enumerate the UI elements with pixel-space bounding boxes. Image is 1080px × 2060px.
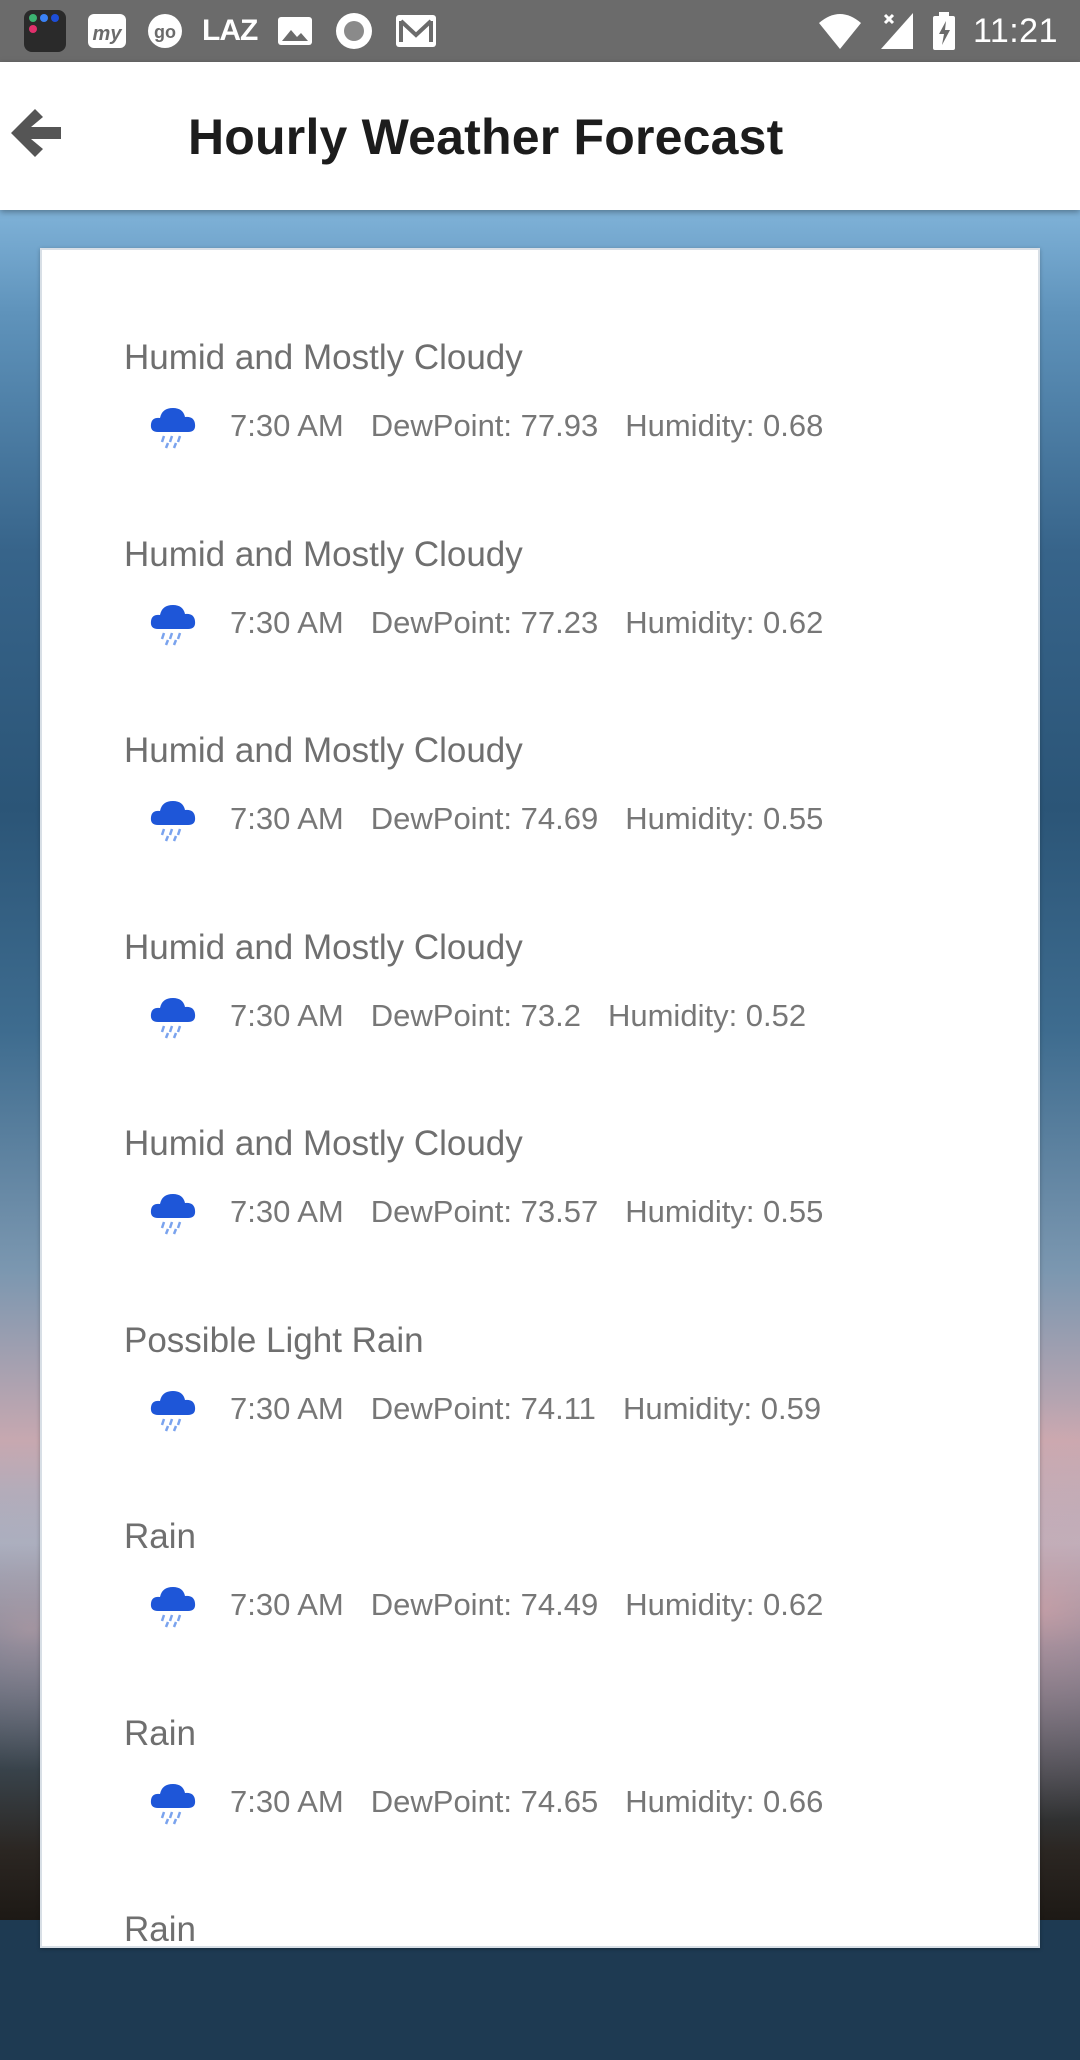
- rain-cloud-icon: [148, 402, 198, 450]
- battery-charging-icon: [931, 11, 957, 51]
- forecast-summary: Rain: [124, 1910, 196, 1949]
- rain-cloud-icon: [148, 992, 198, 1040]
- forecast-dewpoint: DewPoint: 73.57: [370, 1194, 599, 1229]
- forecast-summary: Humid and Mostly Cloudy: [124, 928, 523, 967]
- app-folder-icon: [22, 8, 68, 54]
- forecast-summary: Rain: [124, 1517, 196, 1556]
- forecast-humidity: Humidity: 0.62: [625, 605, 824, 640]
- forecast-humidity: Humidity: 0.55: [625, 1194, 824, 1229]
- gallery-icon: [275, 11, 315, 51]
- forecast-details: 7:30 AM DewPoint: 73.57 Humidity: 0.55: [148, 1182, 823, 1242]
- forecast-dewpoint: DewPoint: 74.49: [370, 1587, 599, 1622]
- clock: 11:21: [972, 11, 1058, 50]
- forecast-item[interactable]: Humid and Mostly Cloudy 7:30 AM DewPoint…: [42, 928, 1042, 1078]
- forecast-humidity: Humidity: 0.68: [625, 408, 824, 443]
- forecast-dewpoint: DewPoint: 74.65: [370, 1784, 599, 1819]
- forecast-item[interactable]: Rain 7:30 AM DewPoint: 74.65 Humidity: 0…: [42, 1714, 1042, 1864]
- forecast-dewpoint: DewPoint: 77.93: [370, 408, 599, 443]
- forecast-time: 7:30 AM: [230, 998, 344, 1033]
- gmail-icon: [393, 11, 439, 51]
- rain-cloud-icon: [148, 795, 198, 843]
- forecast-item[interactable]: Humid and Mostly Cloudy 7:30 AM DewPoint…: [42, 1124, 1042, 1274]
- back-button[interactable]: [0, 102, 70, 168]
- forecast-time: 7:30 AM: [230, 1587, 344, 1622]
- system-icons: 11:21: [817, 8, 1058, 54]
- forecast-details: 7:30 AM DewPoint: 73.2 Humidity: 0.52: [148, 986, 806, 1046]
- forecast-details: 7:30 AM DewPoint: 74.69 Humidity: 0.55: [148, 789, 823, 849]
- forecast-humidity: Humidity: 0.59: [622, 1391, 822, 1426]
- forecast-time: 7:30 AM: [230, 1391, 344, 1426]
- page-title: Hourly Weather Forecast: [188, 109, 784, 165]
- forecast-details: 7:30 AM DewPoint: 77.23 Humidity: 0.62: [148, 593, 823, 653]
- forecast-humidity: Humidity: 0.66: [625, 1784, 824, 1819]
- go-icon: go: [146, 12, 184, 50]
- forecast-dewpoint: DewPoint: 74.69: [370, 801, 599, 836]
- back-arrow-icon: [5, 103, 65, 168]
- rain-cloud-icon: [148, 1188, 198, 1236]
- forecast-dewpoint: DewPoint: 74.11: [370, 1391, 596, 1426]
- forecast-item[interactable]: Rain 7:30 AM DewPoint: 74.49 Humidity: 0…: [42, 1517, 1042, 1667]
- rain-cloud-icon: [148, 599, 198, 647]
- lazada-icon: LAZ: [202, 14, 258, 47]
- forecast-details: 7:30 AM DewPoint: 74.49 Humidity: 0.62: [148, 1575, 823, 1635]
- forecast-item[interactable]: Humid and Mostly Cloudy 7:30 AM DewPoint…: [42, 338, 1042, 488]
- forecast-item[interactable]: Possible Light Rain 7:30 AM DewPoint: 74…: [42, 1321, 1042, 1471]
- record-icon: [333, 10, 375, 52]
- forecast-dewpoint: DewPoint: 73.2: [370, 998, 581, 1033]
- forecast-summary: Humid and Mostly Cloudy: [124, 535, 523, 574]
- forecast-dewpoint: DewPoint: 77.23: [370, 605, 599, 640]
- forecast-item[interactable]: Humid and Mostly Cloudy 7:30 AM DewPoint…: [42, 731, 1042, 881]
- svg-text:my: my: [93, 23, 123, 45]
- notification-icons: my go LAZ: [22, 10, 439, 52]
- forecast-details: 7:30 AM DewPoint: 77.93 Humidity: 0.68: [148, 396, 823, 456]
- rain-cloud-icon: [148, 1581, 198, 1629]
- rain-cloud-icon: [148, 1778, 198, 1826]
- forecast-time: 7:30 AM: [230, 801, 344, 836]
- wifi-icon: [817, 11, 863, 51]
- status-bar: my go LAZ 11:21: [0, 0, 1080, 62]
- rain-cloud-icon: [148, 1385, 198, 1433]
- forecast-humidity: Humidity: 0.62: [625, 1587, 824, 1622]
- svg-text:go: go: [154, 22, 176, 42]
- forecast-humidity: Humidity: 0.52: [607, 998, 807, 1033]
- forecast-details: 7:30 AM DewPoint: 74.11 Humidity: 0.59: [148, 1379, 821, 1439]
- forecast-summary: Humid and Mostly Cloudy: [124, 1124, 523, 1163]
- forecast-item[interactable]: Rain: [42, 1910, 1042, 2060]
- forecast-time: 7:30 AM: [230, 408, 344, 443]
- app-bar: Hourly Weather Forecast: [0, 62, 1080, 210]
- forecast-details: 7:30 AM DewPoint: 74.65 Humidity: 0.66: [148, 1772, 823, 1832]
- forecast-summary: Humid and Mostly Cloudy: [124, 731, 523, 770]
- mytaxi-icon: my: [86, 10, 128, 52]
- forecast-humidity: Humidity: 0.55: [625, 801, 824, 836]
- forecast-time: 7:30 AM: [230, 605, 344, 640]
- forecast-time: 7:30 AM: [230, 1194, 344, 1229]
- signal-icon: [879, 11, 915, 51]
- forecast-summary: Humid and Mostly Cloudy: [124, 338, 523, 377]
- forecast-item[interactable]: Humid and Mostly Cloudy 7:30 AM DewPoint…: [42, 535, 1042, 685]
- forecast-summary: Possible Light Rain: [124, 1321, 424, 1360]
- forecast-card: Humid and Mostly Cloudy 7:30 AM DewPoint…: [40, 248, 1042, 1949]
- forecast-summary: Rain: [124, 1714, 196, 1753]
- forecast-time: 7:30 AM: [230, 1784, 344, 1819]
